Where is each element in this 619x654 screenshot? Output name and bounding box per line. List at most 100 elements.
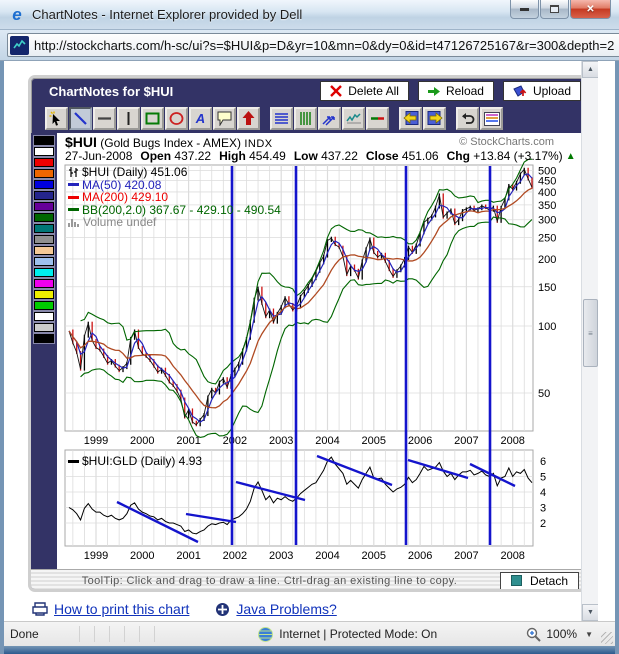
palette-swatch[interactable] (33, 157, 55, 168)
chart-area[interactable]: 500 450 400 350 300 250 200 150 100 50 6 5 4 3 2 1999 19… (57, 133, 584, 569)
palette-swatch[interactable] (33, 146, 55, 157)
tool-select[interactable] (45, 107, 68, 130)
scroll-up-icon[interactable]: ▲ (582, 61, 598, 78)
tool-vertical-line[interactable] (117, 107, 140, 130)
tool-horizontal-line[interactable] (93, 107, 116, 130)
chart-title: $HUI (Gold Bugs Index - AMEX) INDX (65, 134, 273, 150)
svg-text:1999: 1999 (84, 435, 108, 447)
detach-button[interactable]: Detach (499, 571, 579, 589)
palette-swatch[interactable] (33, 300, 55, 311)
tool-arrow-up[interactable] (237, 107, 260, 130)
palette-swatch[interactable] (33, 245, 55, 256)
tool-callout[interactable] (213, 107, 236, 130)
address-bar: http://stockcharts.com/h-sc/ui?s=$HUI&p=… (0, 30, 619, 61)
delete-all-label: Delete All (348, 84, 399, 98)
window-bottom-edge (4, 646, 615, 654)
url-text[interactable]: http://stockcharts.com/h-sc/ui?s=$HUI&p=… (34, 38, 614, 53)
close-button[interactable]: ✕ (570, 0, 611, 19)
tool-diagonal-arrows[interactable] (318, 107, 341, 130)
svg-text:2000: 2000 (130, 435, 154, 447)
candlestick-icon (69, 167, 78, 178)
tool-vertical-lines[interactable] (294, 107, 317, 130)
open-label: Open (140, 149, 172, 163)
svg-text:2001: 2001 (176, 550, 200, 562)
palette-swatch[interactable] (33, 256, 55, 267)
palette-swatch[interactable] (33, 135, 55, 146)
palette-swatch[interactable] (33, 333, 55, 344)
url-box[interactable]: http://stockcharts.com/h-sc/ui?s=$HUI&p=… (7, 33, 619, 57)
palette-swatch[interactable] (33, 190, 55, 201)
detach-icon (510, 575, 522, 586)
status-bar: Done Internet | Protected Mode: On 100% … (4, 621, 615, 646)
maximize-button[interactable] (540, 0, 569, 19)
tool-nav-forward[interactable] (423, 107, 446, 130)
svg-text:2003: 2003 (269, 550, 293, 562)
tool-undo[interactable] (456, 107, 479, 130)
stockcharts-favicon-icon (10, 35, 29, 55)
palette-swatch[interactable] (33, 278, 55, 289)
print-chart-link[interactable]: How to print this chart (54, 601, 189, 617)
printer-icon (32, 602, 48, 616)
ratio-legend-text: $HUI:GLD (Daily) 4.93 (82, 454, 203, 468)
page-scrollbar[interactable]: ▲ ≡ ▼ (581, 61, 598, 621)
svg-text:2006: 2006 (408, 550, 432, 562)
palette-swatch[interactable] (33, 223, 55, 234)
chart-symbol: $HUI (65, 134, 97, 150)
palette-swatch[interactable] (33, 201, 55, 212)
close-label: Close (365, 149, 399, 163)
palette-swatch[interactable] (33, 234, 55, 245)
tool-horizontal-lines[interactable] (270, 107, 293, 130)
copyright: © StockCharts.com (459, 136, 554, 148)
upload-label: Upload (532, 84, 571, 98)
palette-swatch[interactable] (33, 179, 55, 190)
scrollbar-thumb[interactable]: ≡ (583, 299, 598, 367)
title-bar[interactable]: e ChartNotes - Internet Explorer provide… (0, 0, 619, 30)
detach-label: Detach (529, 573, 568, 588)
tool-text[interactable]: A (189, 107, 212, 130)
svg-text:300: 300 (538, 215, 556, 227)
reload-label: Reload (445, 84, 484, 98)
palette-swatch[interactable] (33, 311, 55, 322)
url-dropdown-icon[interactable]: ▼ (614, 35, 619, 55)
quote-date: 27-Jun-2008 (65, 149, 133, 163)
tool-rectangle[interactable] (141, 107, 164, 130)
ohlc-readout: 27-Jun-2008 Open 437.22 High 454.49 Low … (65, 149, 576, 163)
reload-button[interactable]: Reload (417, 81, 494, 101)
svg-text:250: 250 (538, 232, 556, 244)
tool-nav-back[interactable] (399, 107, 422, 130)
palette-swatch[interactable] (33, 212, 55, 223)
upload-icon (513, 84, 527, 97)
palette-swatch[interactable] (33, 322, 55, 333)
green-arrow-icon (427, 86, 440, 96)
svg-text:2008: 2008 (500, 550, 524, 562)
minimize-button[interactable] (510, 0, 539, 19)
ie-window: e ChartNotes - Internet Explorer provide… (0, 0, 619, 654)
chart-symbol-name: (Gold Bugs Index - AMEX) (100, 136, 241, 150)
high-label: High (219, 149, 246, 163)
palette-swatch[interactable] (33, 267, 55, 278)
zoom-dropdown-icon[interactable]: ▼ (585, 630, 593, 639)
svg-text:50: 50 (538, 388, 550, 400)
svg-text:2008: 2008 (500, 435, 524, 447)
tool-zigzag[interactable] (342, 107, 365, 130)
main-legend: $HUI (Daily) 451.06 MA(50) 420.08 MA(200) … (68, 166, 281, 229)
resize-grip[interactable] (601, 632, 613, 644)
close-value: 451.06 (401, 149, 439, 163)
upload-button[interactable]: Upload (502, 81, 581, 101)
scroll-down-icon[interactable]: ▼ (582, 604, 598, 621)
palette-swatch[interactable] (33, 168, 55, 179)
java-problems-link[interactable]: Java Problems? (236, 601, 336, 617)
zoom-control[interactable]: 100% ▼ (526, 627, 593, 642)
delete-all-button[interactable]: Delete All (320, 81, 409, 101)
tool-trendline[interactable] (69, 107, 92, 130)
svg-text:2: 2 (540, 518, 546, 530)
tooltip-text: ToolTip: Click and drag to draw a line. … (81, 574, 458, 587)
tool-support-resistance[interactable] (366, 107, 389, 130)
chg-label: Chg (446, 149, 470, 163)
tooltip-bar: ToolTip: Click and drag to draw a line. … (31, 569, 587, 589)
svg-text:2007: 2007 (454, 435, 478, 447)
tool-ellipse[interactable] (165, 107, 188, 130)
tool-color-palette[interactable] (480, 107, 503, 130)
palette-swatch[interactable] (33, 289, 55, 300)
svg-text:2006: 2006 (408, 435, 432, 447)
